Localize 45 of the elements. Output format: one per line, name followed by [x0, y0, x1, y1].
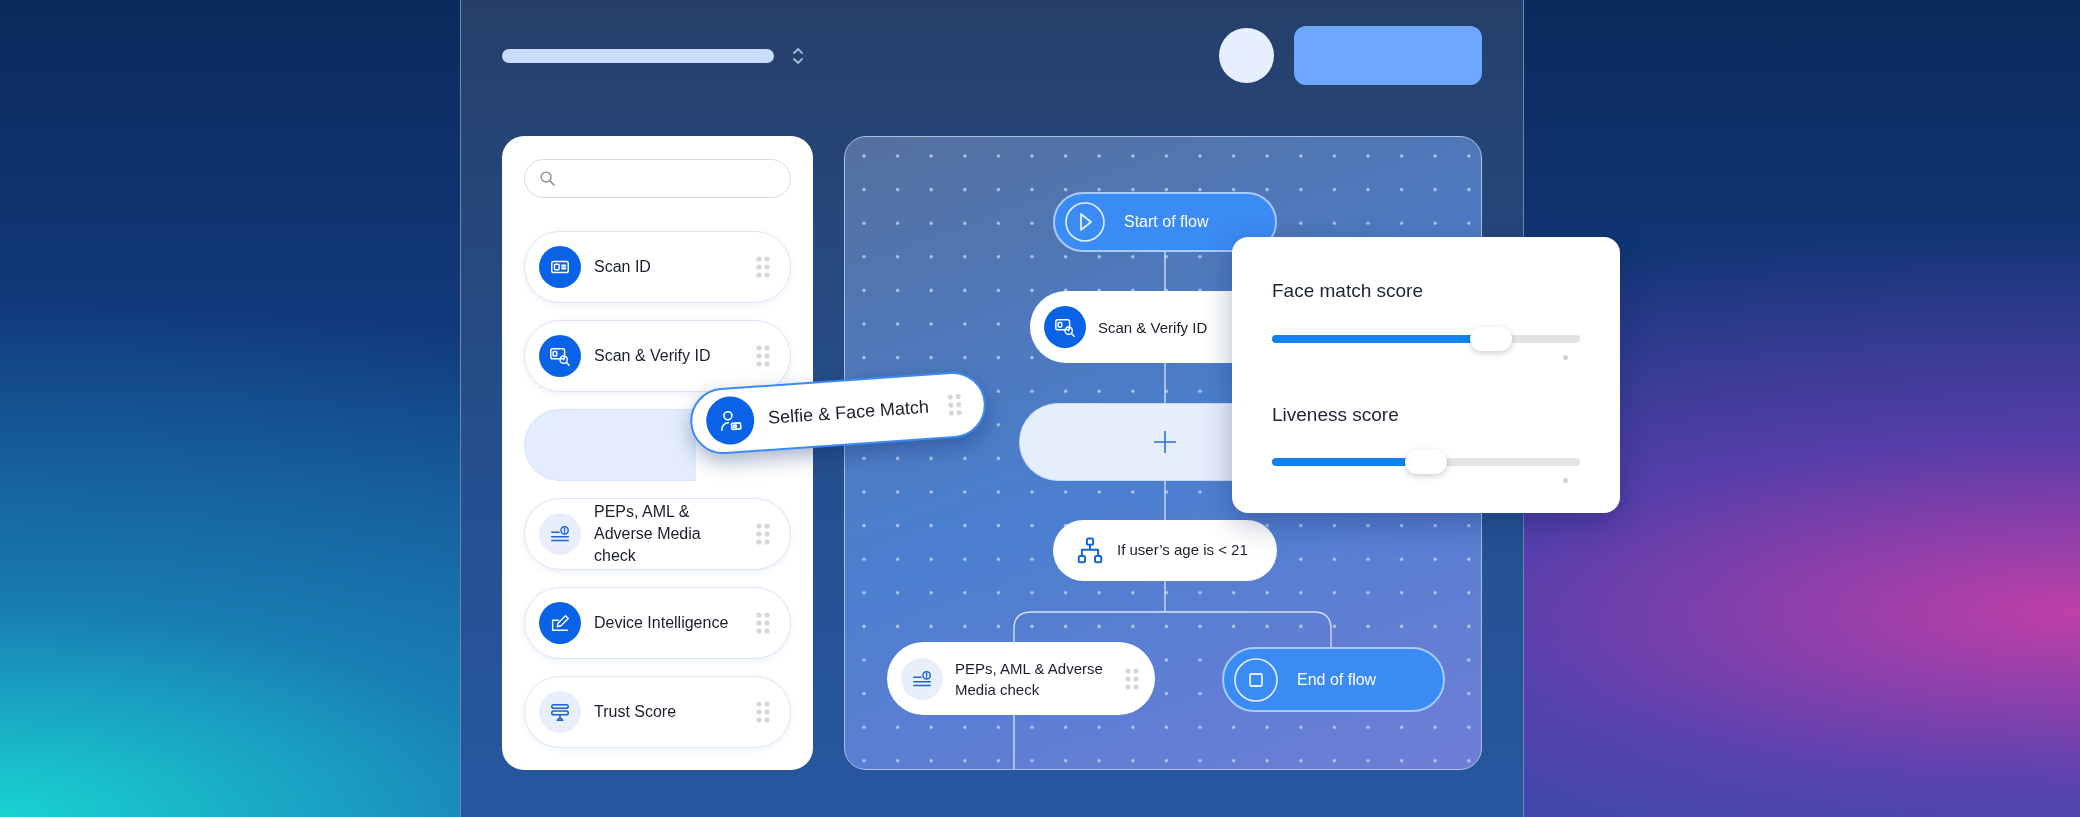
step-node[interactable]: PEPs, AML & Adverse Media check	[887, 642, 1155, 715]
step-label: Scan & Verify ID	[594, 346, 712, 366]
step-item[interactable]: Trust Score	[524, 676, 791, 748]
step-item[interactable]: Device Intelligence	[524, 587, 791, 659]
node-label: Start of flow	[1124, 212, 1209, 232]
play-icon	[1064, 201, 1106, 243]
stop-icon	[1233, 656, 1279, 703]
node-label: PEPs, AML & Adverse Media check	[955, 658, 1104, 700]
drag-handle-icon[interactable]	[946, 393, 963, 417]
score-bars-icon	[549, 701, 571, 723]
tick-mark	[1563, 354, 1568, 360]
step-label: PEPs, AML & Adverse Media check	[594, 502, 702, 566]
step-item[interactable]: PEPs, AML & Adverse Media check	[524, 498, 791, 570]
step-label: Device Intelligence	[594, 613, 730, 633]
node-label: Scan & Verify ID	[1098, 317, 1209, 338]
tick-mark	[1563, 478, 1568, 483]
slider-label: Liveness score	[1272, 402, 1400, 427]
slider-label: Face match score	[1272, 279, 1424, 303]
step-item[interactable]: Scan ID	[524, 231, 791, 303]
plus-icon	[1153, 430, 1177, 454]
hierarchy-icon	[1075, 535, 1105, 566]
drag-handle-icon[interactable]	[756, 612, 770, 634]
step-node[interactable]: Scan & Verify ID	[1030, 291, 1234, 363]
drag-handle-icon[interactable]	[756, 345, 770, 367]
drop-slot[interactable]	[524, 409, 696, 481]
add-step-slot[interactable]	[1019, 403, 1234, 481]
drag-handle-icon[interactable]	[756, 256, 770, 278]
drag-handle-icon[interactable]	[756, 701, 770, 723]
id-card-magnifier-icon	[1054, 316, 1076, 338]
step-label: Scan ID	[594, 257, 652, 277]
node-label: If user’s age is < 21	[1117, 540, 1248, 561]
pen-edit-icon	[549, 612, 571, 634]
search-icon	[539, 170, 556, 187]
step-item[interactable]: Scan & Verify ID	[524, 320, 791, 392]
condition-node[interactable]: If user’s age is < 21	[1053, 520, 1277, 581]
slider-thumb[interactable]	[1469, 326, 1512, 351]
action-button[interactable]	[1294, 26, 1482, 85]
step-label: Trust Score	[594, 702, 678, 722]
slider-thumb[interactable]	[1405, 450, 1447, 474]
node-label: End of flow	[1297, 669, 1377, 690]
id-card-magnifier-icon	[549, 345, 571, 367]
chevron-updown-icon[interactable]	[792, 45, 804, 66]
step-label: Selfie & Face Match	[767, 395, 931, 430]
drag-handle-icon[interactable]	[756, 523, 770, 545]
drag-handle-icon[interactable]	[1125, 667, 1139, 690]
